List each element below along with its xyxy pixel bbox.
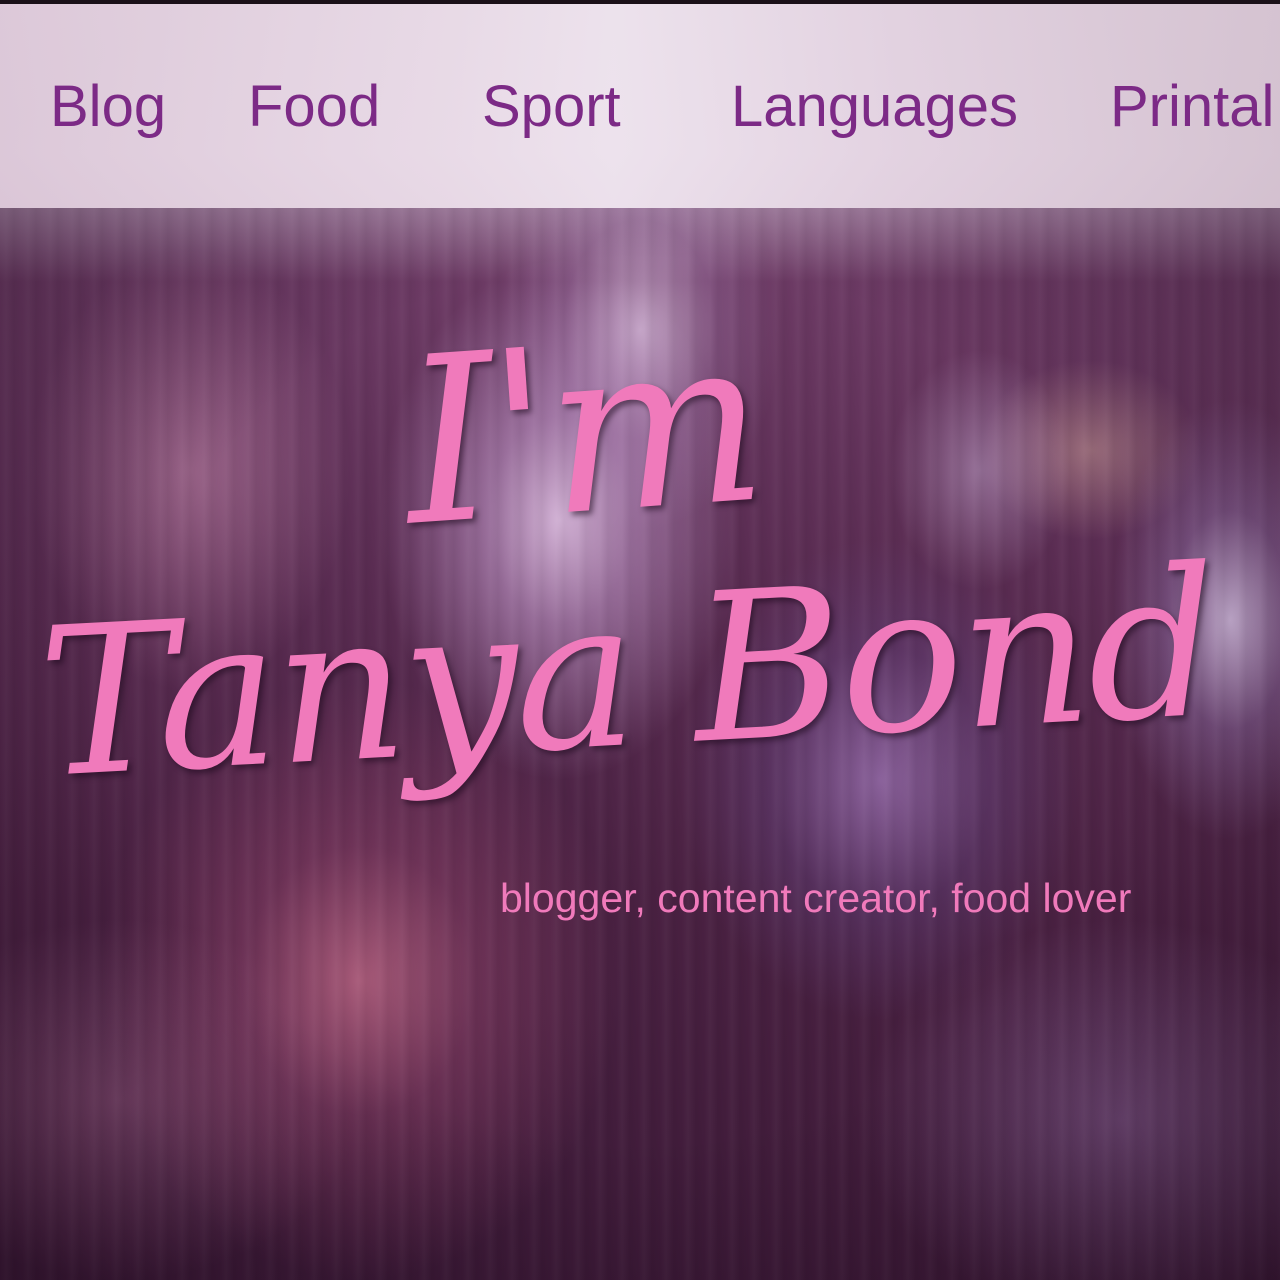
- nav-item-sport[interactable]: Sport: [482, 72, 621, 142]
- nav-item-blog[interactable]: Blog: [50, 72, 166, 142]
- hero-title-name: Tanya Bond: [33, 524, 1221, 824]
- page: Blog Food Sport Languages Printal I'm Ta…: [0, 0, 1280, 1280]
- nav-item-food[interactable]: Food: [248, 72, 380, 142]
- nav-item-languages[interactable]: Languages: [731, 72, 1018, 142]
- nav-item-printables[interactable]: Printal: [1110, 72, 1274, 142]
- hero-subtitle: blogger, content creator, food lover: [500, 875, 1132, 921]
- top-border: [0, 0, 1280, 4]
- main-navigation: Blog Food Sport Languages Printal: [0, 4, 1280, 208]
